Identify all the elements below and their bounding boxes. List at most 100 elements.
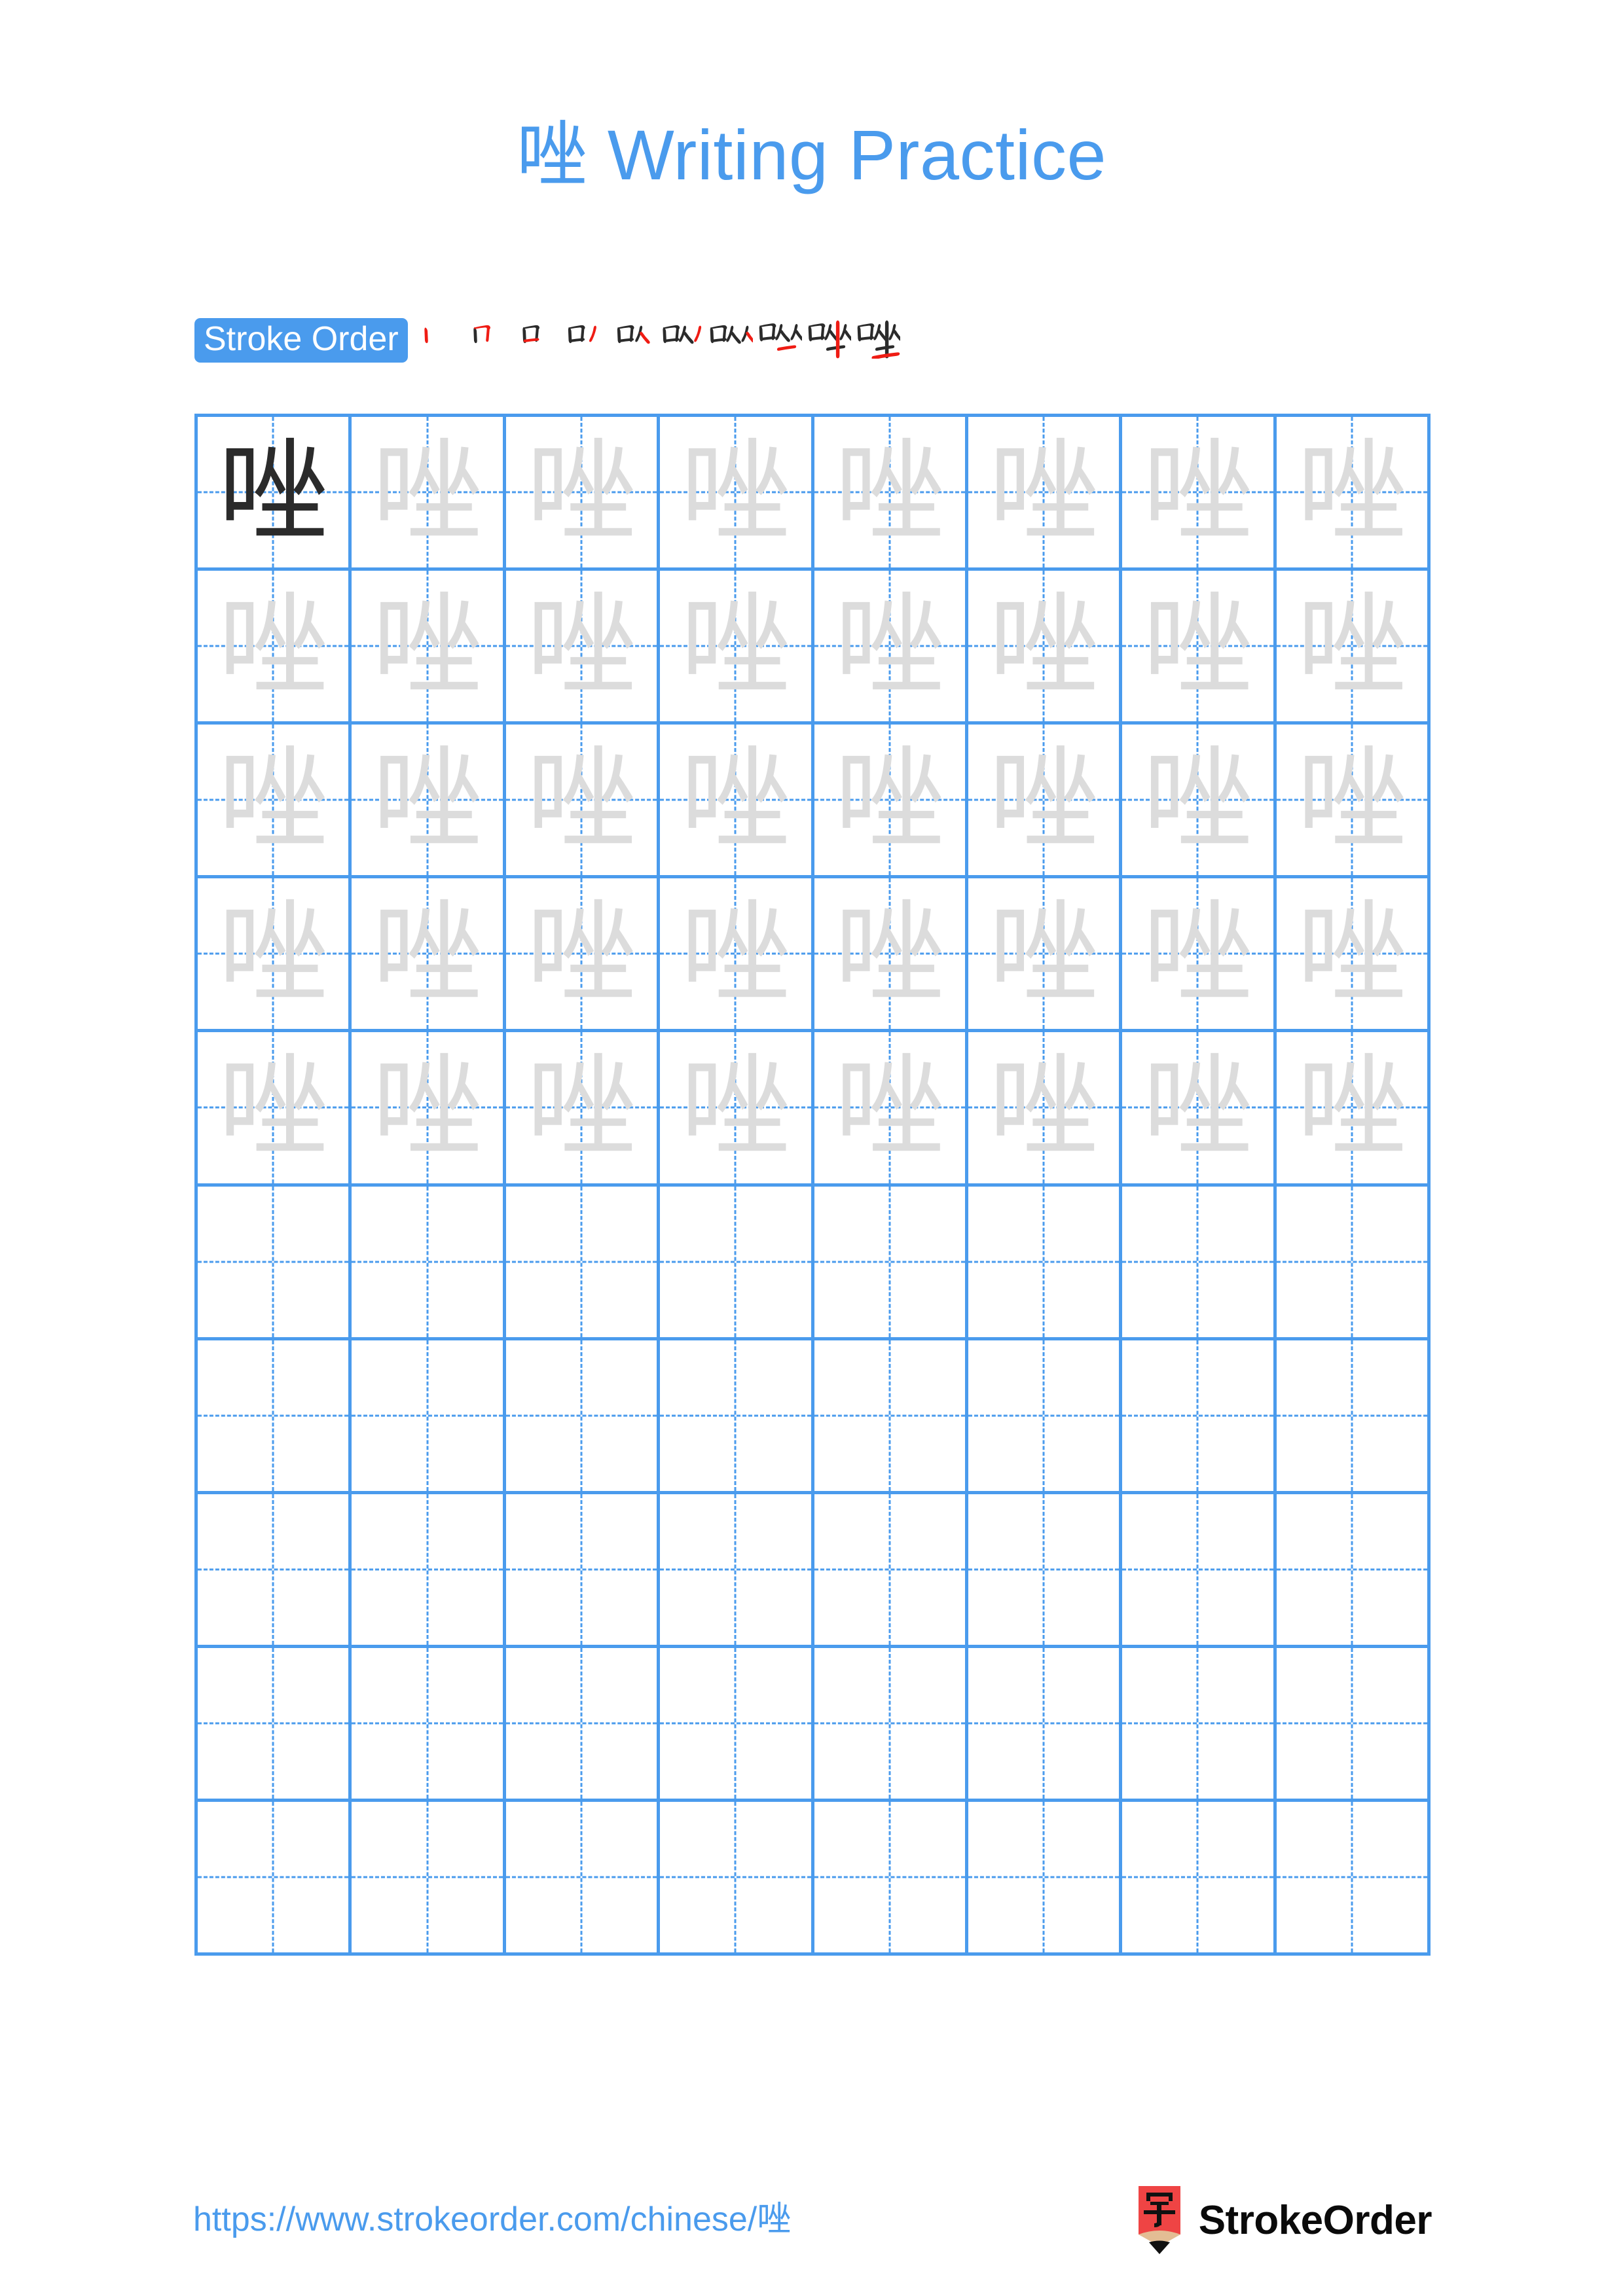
practice-cell[interactable] xyxy=(1276,1801,1431,1956)
stroke-step-8 xyxy=(756,309,805,372)
practice-cell[interactable]: 唑 xyxy=(1122,725,1277,879)
practice-cell[interactable] xyxy=(1122,1647,1277,1802)
practice-cell[interactable] xyxy=(814,1340,968,1494)
practice-cell[interactable] xyxy=(198,1801,352,1956)
trace-character: 唑 xyxy=(372,1043,483,1172)
practice-cell[interactable] xyxy=(352,1186,506,1340)
practice-cell[interactable]: 唑 xyxy=(352,1032,506,1187)
practice-cell[interactable]: 唑 xyxy=(814,878,968,1033)
practice-cell[interactable] xyxy=(1122,1801,1277,1956)
practice-grid: 唑唑唑唑唑唑唑唑唑唑唑唑唑唑唑唑唑唑唑唑唑唑唑唑唑唑唑唑唑唑唑唑唑唑唑唑唑唑唑唑 xyxy=(194,414,1431,1956)
practice-cell[interactable] xyxy=(352,1340,506,1494)
trace-character: 唑 xyxy=(989,1043,1099,1172)
practice-cell[interactable]: 唑 xyxy=(352,878,506,1033)
practice-cell[interactable]: 唑 xyxy=(1122,878,1277,1033)
practice-cell[interactable]: 唑 xyxy=(198,725,352,879)
trace-character: 唑 xyxy=(680,736,791,865)
practice-cell[interactable] xyxy=(1276,1186,1431,1340)
practice-cell[interactable] xyxy=(198,1494,352,1648)
practice-cell[interactable]: 唑 xyxy=(1276,571,1431,725)
stroke-step-1 xyxy=(412,309,461,372)
practice-cell[interactable]: 唑 xyxy=(198,571,352,725)
practice-cell[interactable] xyxy=(505,1340,661,1494)
practice-cell[interactable]: 唑 xyxy=(660,417,814,571)
trace-character: 唑 xyxy=(680,889,791,1018)
practice-cell[interactable]: 唑 xyxy=(660,878,814,1033)
practice-cell[interactable]: 唑 xyxy=(660,571,814,725)
practice-cell[interactable]: 唑 xyxy=(1122,1032,1277,1187)
trace-character: 唑 xyxy=(834,736,945,865)
practice-cell[interactable] xyxy=(814,1801,968,1956)
footer-url-link[interactable]: https://www.strokeorder.com/chinese/唑 xyxy=(193,2191,791,2240)
brand-logo-group[interactable]: StrokeOrder xyxy=(1135,2186,1432,2254)
trace-character: 唑 xyxy=(1296,889,1407,1018)
practice-cell[interactable] xyxy=(505,1801,661,1956)
practice-cell[interactable] xyxy=(1122,1494,1277,1648)
practice-cell[interactable]: 唑 xyxy=(814,725,968,879)
practice-cell[interactable]: 唑 xyxy=(505,571,661,725)
trace-character: 唑 xyxy=(218,889,329,1018)
practice-cell[interactable]: 唑 xyxy=(968,878,1123,1033)
practice-cell[interactable] xyxy=(1122,1186,1277,1340)
practice-cell[interactable]: 唑 xyxy=(1122,571,1277,725)
practice-cell[interactable] xyxy=(968,1801,1123,1956)
practice-cell[interactable]: 唑 xyxy=(1276,878,1431,1033)
practice-cell[interactable] xyxy=(352,1647,506,1802)
practice-cell[interactable] xyxy=(968,1340,1123,1494)
practice-cell[interactable]: 唑 xyxy=(1276,1032,1431,1187)
practice-cell[interactable] xyxy=(968,1494,1123,1648)
practice-cell[interactable]: 唑 xyxy=(814,1032,968,1187)
practice-cell[interactable]: 唑 xyxy=(814,571,968,725)
practice-cell[interactable] xyxy=(968,1647,1123,1802)
practice-cell[interactable]: 唑 xyxy=(352,571,506,725)
practice-cell[interactable]: 唑 xyxy=(968,725,1123,879)
practice-cell[interactable]: 唑 xyxy=(814,417,968,571)
trace-character: 唑 xyxy=(1296,1043,1407,1172)
trace-character: 唑 xyxy=(989,736,1099,865)
practice-cell[interactable] xyxy=(198,1647,352,1802)
practice-cell[interactable] xyxy=(660,1801,814,1956)
practice-cell[interactable]: 唑 xyxy=(1276,725,1431,879)
practice-cell[interactable] xyxy=(505,1186,661,1340)
practice-cell[interactable] xyxy=(1276,1340,1431,1494)
practice-cell[interactable]: 唑 xyxy=(660,1032,814,1187)
practice-cell[interactable] xyxy=(1276,1647,1431,1802)
practice-cell[interactable] xyxy=(660,1340,814,1494)
practice-cell[interactable]: 唑 xyxy=(968,571,1123,725)
practice-cell[interactable] xyxy=(660,1494,814,1648)
trace-character: 唑 xyxy=(526,889,636,1018)
practice-cell[interactable]: 唑 xyxy=(1276,417,1431,571)
practice-cell[interactable] xyxy=(968,1186,1123,1340)
practice-cell[interactable]: 唑 xyxy=(352,417,506,571)
practice-cell[interactable]: 唑 xyxy=(660,725,814,879)
practice-cell[interactable] xyxy=(1122,1340,1277,1494)
practice-cell[interactable]: 唑 xyxy=(505,878,661,1033)
practice-cell[interactable] xyxy=(198,1186,352,1340)
practice-cell[interactable] xyxy=(660,1186,814,1340)
practice-cell[interactable] xyxy=(814,1186,968,1340)
practice-cell[interactable]: 唑 xyxy=(1122,417,1277,571)
practice-cell[interactable]: 唑 xyxy=(505,1032,661,1187)
practice-cell[interactable] xyxy=(505,1494,661,1648)
practice-cell[interactable]: 唑 xyxy=(198,1032,352,1187)
practice-cell[interactable]: 唑 xyxy=(198,878,352,1033)
stroke-order-section: Stroke Order xyxy=(194,308,1432,373)
practice-cell[interactable] xyxy=(352,1801,506,1956)
trace-character: 唑 xyxy=(989,428,1099,557)
practice-cell[interactable] xyxy=(660,1647,814,1802)
practice-cell[interactable]: 唑 xyxy=(352,725,506,879)
practice-cell[interactable] xyxy=(1276,1494,1431,1648)
practice-cell[interactable]: 唑 xyxy=(968,417,1123,571)
practice-cell[interactable]: 唑 xyxy=(505,725,661,879)
practice-cell[interactable] xyxy=(198,1340,352,1494)
trace-character: 唑 xyxy=(372,889,483,1018)
practice-cell[interactable] xyxy=(352,1494,506,1648)
trace-character: 唑 xyxy=(680,428,791,557)
practice-cell[interactable]: 唑 xyxy=(968,1032,1123,1187)
practice-cell[interactable] xyxy=(814,1647,968,1802)
practice-cell[interactable] xyxy=(814,1494,968,1648)
trace-character: 唑 xyxy=(989,889,1099,1018)
practice-cell[interactable]: 唑 xyxy=(505,417,661,571)
practice-cell[interactable]: 唑 xyxy=(198,417,352,571)
practice-cell[interactable] xyxy=(505,1647,661,1802)
